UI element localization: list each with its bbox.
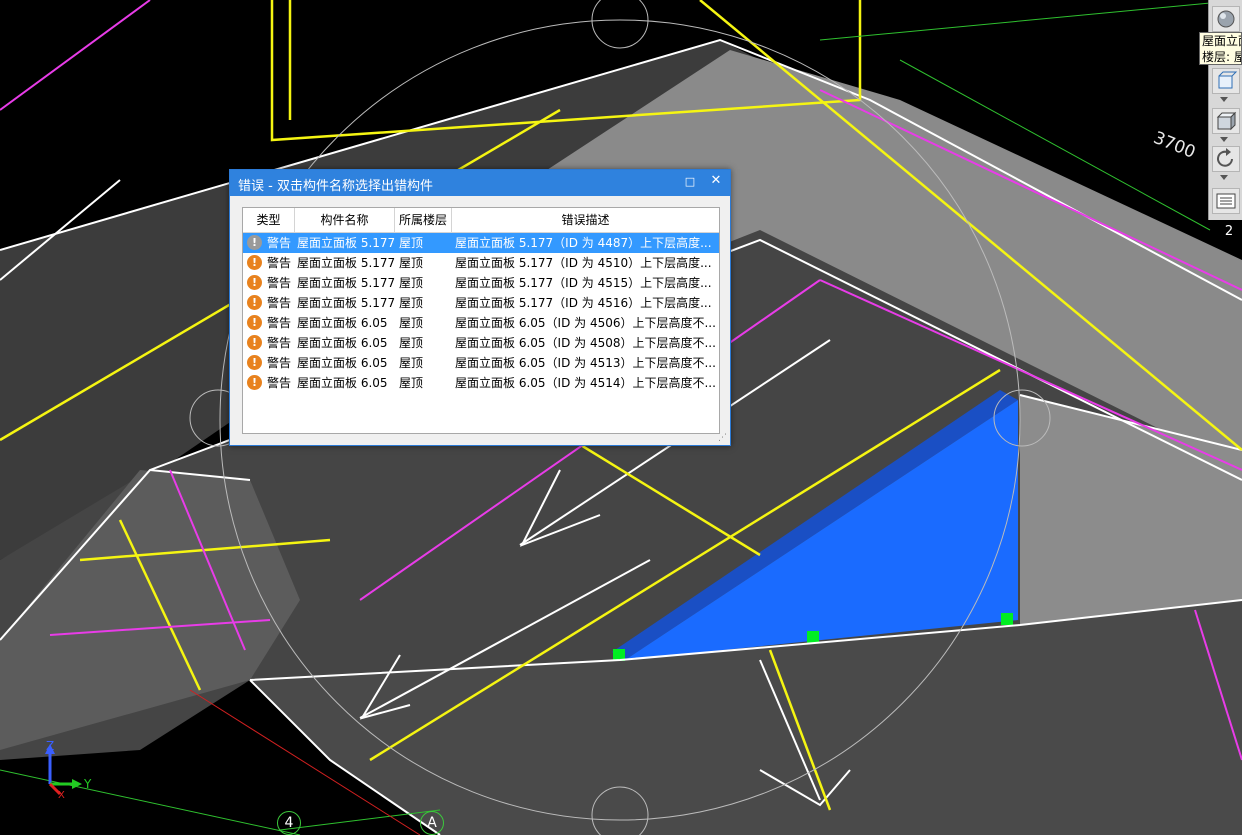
dropdown-arrow-icon[interactable] [1220,137,1228,142]
warning-icon: ! [247,355,262,370]
warning-icon: ! [247,255,262,270]
column-header-floor[interactable]: 所属楼层 [395,208,452,232]
cell-name: 屋面立面板 6.05 [297,336,388,350]
rotate-icon[interactable] [1212,146,1240,172]
cell-description: 屋面立面板 6.05（ID 为 4506）上下层高度不... [455,316,716,330]
cell-floor: 屋顶 [399,256,424,270]
cell-description: 屋面立面板 6.05（ID 为 4513）上下层高度不... [455,356,716,370]
layer-list-icon[interactable] [1212,188,1240,214]
cell-floor: 屋顶 [399,356,424,370]
cell-name: 屋面立面板 6.05 [297,316,388,330]
warning-icon: ! [247,295,262,310]
dialog-title: 错误 - 双击构件名称选择出错构件 [238,179,433,194]
warning-icon: ! [247,235,262,250]
cell-type: 警告 [267,276,292,290]
column-header-name[interactable]: 构件名称 [295,208,395,232]
view-sphere-icon[interactable] [1212,6,1240,32]
cell-floor: 屋顶 [399,276,424,290]
column-header-type[interactable]: 类型 [243,208,295,232]
error-dialog: 错误 - 双击构件名称选择出错构件 □ ✕ 类型 构件名称 所属楼层 错误描述 … [229,169,731,446]
cell-description: 屋面立面板 5.177（ID 为 4487）上下层高度... [455,236,712,250]
cell-type: 警告 [267,236,292,250]
grid-label-2: 2 [1224,224,1234,239]
cell-floor: 屋顶 [399,376,424,390]
close-icon[interactable]: ✕ [708,173,724,189]
grid-label-4: 4 [277,811,301,835]
table-row[interactable]: ! 警告 屋面立面板 5.177 屋顶 屋面立面板 5.177（ID 为 4515）上下… [243,273,719,293]
list-header: 类型 构件名称 所属楼层 错误描述 [243,208,719,233]
table-row[interactable]: ! 警告 屋面立面板 5.177 屋顶 屋面立面板 5.177（ID 为 4510）上下… [243,253,719,273]
table-row[interactable]: ! 警告 屋面立面板 5.177 屋顶 屋面立面板 5.177（ID 为 4516）上下… [243,293,719,313]
column-header-description[interactable]: 错误描述 [452,208,719,232]
maximize-icon[interactable]: □ [682,174,698,190]
warning-icon: ! [247,275,262,290]
axis-x-label: X [58,790,65,800]
error-list[interactable]: 类型 构件名称 所属楼层 错误描述 ! 警告 屋面立面板 5.177 屋顶 屋面立面板 … [242,207,720,434]
grip-point[interactable] [807,631,819,643]
axis-y-label: Y [83,777,92,791]
warning-icon: ! [247,335,262,350]
table-row[interactable]: ! 警告 屋面立面板 6.05 屋顶 屋面立面板 6.05（ID 为 4513）上下层高… [243,353,719,373]
table-row[interactable]: ! 警告 屋面立面板 6.05 屋顶 屋面立面板 6.05（ID 为 4514）上下层高… [243,373,719,393]
cell-description: 屋面立面板 5.177（ID 为 4516）上下层高度... [455,296,712,310]
view-box-icon[interactable] [1212,68,1240,94]
table-row[interactable]: ! 警告 屋面立面板 6.05 屋顶 屋面立面板 6.05（ID 为 4508）上下层高… [243,333,719,353]
cell-name: 屋面立面板 6.05 [297,356,388,370]
dialog-title-bar[interactable]: 错误 - 双击构件名称选择出错构件 □ ✕ [230,170,730,196]
cell-type: 警告 [267,256,292,270]
cell-description: 屋面立面板 6.05（ID 为 4514）上下层高度不... [455,376,716,390]
cell-type: 警告 [267,316,292,330]
tooltip: 屋面立面 楼层: 屋顶 [1199,32,1242,65]
axis-z-label: Z [46,740,54,753]
cell-type: 警告 [267,376,292,390]
grid-label-a: A [420,811,444,835]
cell-description: 屋面立面板 6.05（ID 为 4508）上下层高度不... [455,336,716,350]
cell-floor: 屋顶 [399,236,424,250]
cell-floor: 屋顶 [399,316,424,330]
resize-grip-icon[interactable]: ⋰ [718,433,728,443]
warning-icon: ! [247,375,262,390]
cell-name: 屋面立面板 5.177 [297,276,396,290]
cell-type: 警告 [267,336,292,350]
cell-type: 警告 [267,296,292,310]
dropdown-arrow-icon[interactable] [1220,97,1228,102]
cell-description: 屋面立面板 5.177（ID 为 4515）上下层高度... [455,276,712,290]
cell-floor: 屋顶 [399,336,424,350]
tooltip-line: 屋面立面 [1202,34,1241,48]
table-row[interactable]: ! 警告 屋面立面板 5.177 屋顶 屋面立面板 5.177（ID 为 4487）上下… [243,233,719,253]
dropdown-arrow-icon[interactable] [1220,175,1228,180]
warning-icon: ! [247,315,262,330]
cell-description: 屋面立面板 5.177（ID 为 4510）上下层高度... [455,256,712,270]
cell-name: 屋面立面板 5.177 [297,296,396,310]
grip-point[interactable] [1001,613,1013,625]
cell-type: 警告 [267,356,292,370]
cell-name: 屋面立面板 5.177 [297,236,396,250]
cell-name: 屋面立面板 5.177 [297,256,396,270]
cell-floor: 屋顶 [399,296,424,310]
view-cube-icon[interactable] [1212,108,1240,134]
axis-triad: Z Y X [45,740,92,800]
table-row[interactable]: ! 警告 屋面立面板 6.05 屋顶 屋面立面板 6.05（ID 为 4506）上下层高… [243,313,719,333]
cell-name: 屋面立面板 6.05 [297,376,388,390]
tooltip-line: 楼层: 屋顶 [1202,50,1241,64]
